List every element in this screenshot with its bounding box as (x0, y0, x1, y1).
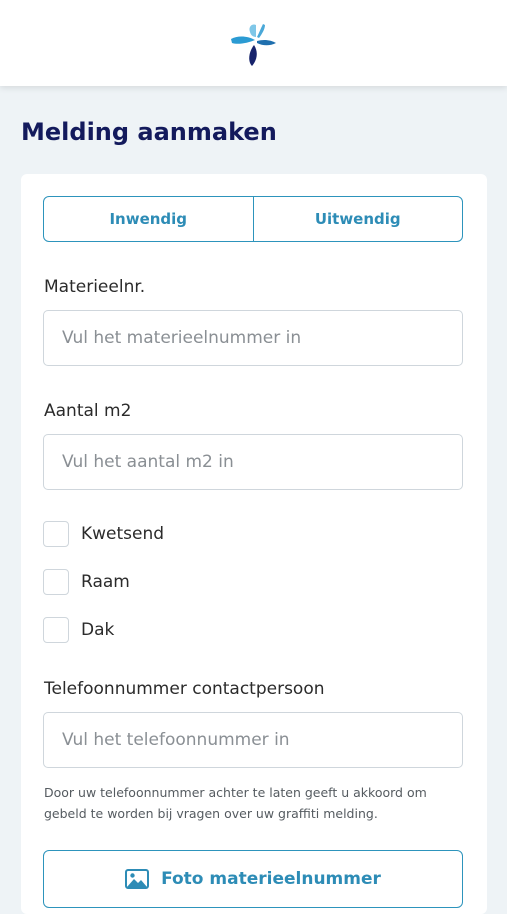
dak-checkbox[interactable] (43, 617, 69, 643)
aantal-m2-input[interactable] (43, 434, 463, 490)
form-card: Inwendig Uitwendig Materieelnr. Aantal m… (21, 174, 487, 914)
location-segmented-control: Inwendig Uitwendig (43, 196, 463, 242)
photo-button-label: Foto materieelnummer (161, 869, 381, 889)
kwetsend-label: Kwetsend (81, 524, 165, 544)
tab-uitwendig[interactable]: Uitwendig (252, 197, 463, 241)
raam-label: Raam (81, 572, 130, 592)
checkbox-row-kwetsend[interactable]: Kwetsend (43, 521, 164, 547)
brand-logo-icon (230, 24, 276, 66)
dak-label: Dak (81, 620, 115, 640)
image-icon (125, 869, 150, 889)
photo-materieelnummer-button[interactable]: Foto materieelnummer (43, 850, 463, 908)
kwetsend-checkbox[interactable] (43, 521, 69, 547)
consent-help-text: Door uw telefoonnummer achter te laten g… (44, 785, 427, 821)
raam-checkbox[interactable] (43, 569, 69, 595)
checkbox-row-dak[interactable]: Dak (43, 617, 114, 643)
materieel-label: Materieelnr. (44, 277, 146, 297)
page-title: Melding aanmaken (21, 118, 277, 146)
checkbox-row-raam[interactable]: Raam (43, 569, 130, 595)
aantal-label: Aantal m2 (44, 401, 132, 421)
tab-inwendig[interactable]: Inwendig (44, 197, 253, 241)
telefoon-input[interactable] (43, 712, 463, 768)
telefoon-label: Telefoonnummer contactpersoon (44, 679, 325, 699)
materieel-input[interactable] (43, 310, 463, 366)
app-header (0, 0, 507, 86)
